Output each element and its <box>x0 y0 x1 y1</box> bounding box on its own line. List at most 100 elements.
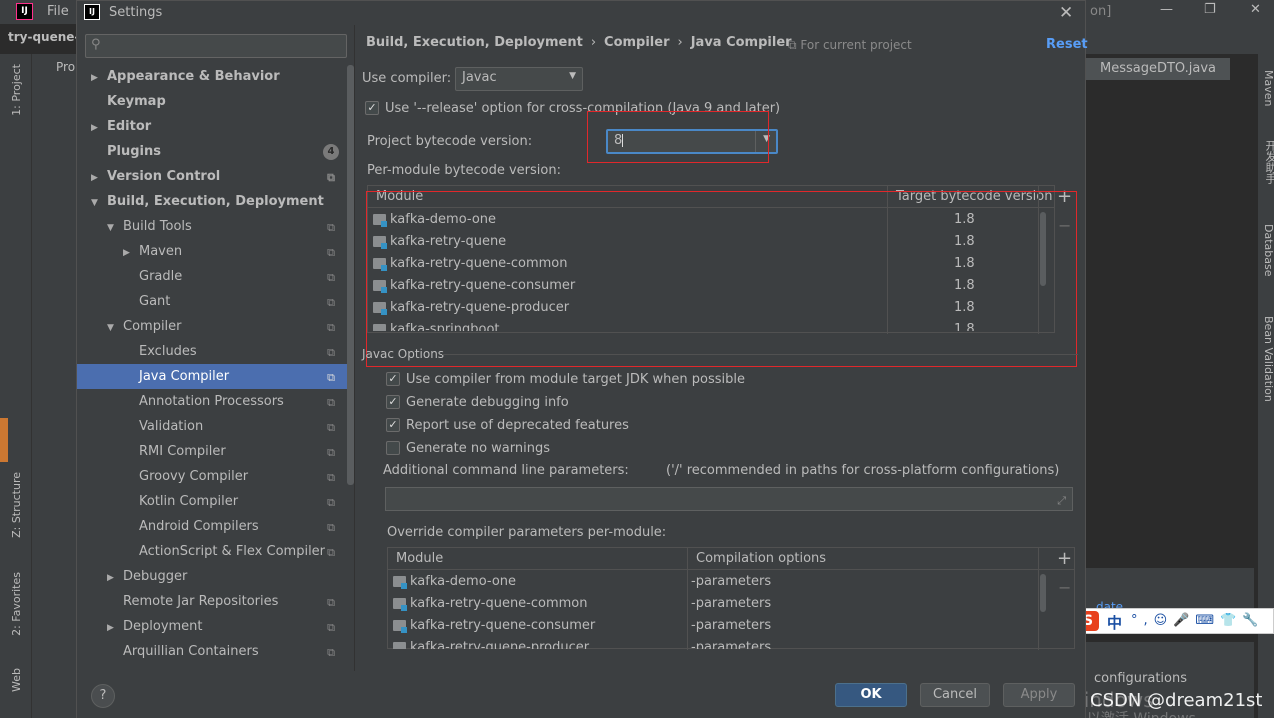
module-name: kafka-retry-quene-common <box>410 596 588 611</box>
compilation-options[interactable]: -parameters <box>691 574 771 589</box>
project-level-icon: ⧉ <box>327 371 335 384</box>
chevron-down-icon[interactable]: ▼ <box>91 191 103 216</box>
use-compiler-select[interactable]: Javac ▼ <box>455 67 583 91</box>
tool-tab-structure[interactable]: Z: Structure <box>10 472 23 538</box>
chevron-right-icon[interactable]: ▶ <box>91 116 103 141</box>
chevron-right-icon[interactable]: ▶ <box>107 616 119 641</box>
compilation-options[interactable]: -parameters <box>691 618 771 633</box>
project-level-icon: ⧉ <box>327 646 335 659</box>
table-row[interactable]: kafka-retry-quene-producer -parameters <box>388 637 1074 649</box>
chevron-right-icon[interactable]: ▶ <box>91 66 103 91</box>
use-compiler-value: Javac <box>462 70 497 85</box>
window-close-icon[interactable]: ✕ <box>1250 2 1261 17</box>
nav-item-label: Plugins <box>107 144 161 159</box>
nav-item[interactable]: ▼ Build Tools ⧉ <box>77 214 347 239</box>
nav-item[interactable]: Gant ⧉ <box>77 289 347 314</box>
nav-item-label: Validation <box>139 419 204 434</box>
nav-item[interactable]: ▶ Appearance & Behavior <box>77 64 347 89</box>
maximize-icon[interactable]: ❐ <box>1204 2 1216 17</box>
nav-item[interactable]: ▶ Deployment ⧉ <box>77 614 347 639</box>
nav-item[interactable]: Excludes ⧉ <box>77 339 347 364</box>
nav-item[interactable]: ▼ Compiler ⧉ <box>77 314 347 339</box>
close-icon[interactable]: ✕ <box>1059 3 1073 23</box>
intellij-small-icon: IJ <box>84 4 100 20</box>
chevron-right-icon[interactable]: ▶ <box>123 241 135 266</box>
chevron-down-icon[interactable]: ▼ <box>107 216 119 241</box>
ok-button[interactable]: OK <box>835 683 907 707</box>
update-count-badge: 4 <box>323 144 339 160</box>
nav-item-label: Debugger <box>123 569 188 584</box>
javac-options-title: Javac Options <box>362 347 445 361</box>
javac-option-checkbox[interactable]: ✓ <box>386 418 400 432</box>
compilation-options[interactable]: -parameters <box>691 596 771 611</box>
search-input[interactable] <box>108 37 338 55</box>
editor-tab[interactable]: MessageDTO.java <box>1086 58 1230 80</box>
help-button[interactable]: ? <box>91 684 115 708</box>
chevron-down-icon[interactable]: ▼ <box>107 316 119 341</box>
chevron-right-icon[interactable]: ▶ <box>107 566 119 591</box>
chevron-right-icon[interactable]: ▶ <box>91 166 103 191</box>
javac-option-label: Generate debugging info <box>406 395 569 410</box>
nav-item[interactable]: Keymap <box>77 89 347 114</box>
nav-item[interactable]: Groovy Compiler ⧉ <box>77 464 347 489</box>
nav-item[interactable]: Plugins 4 <box>77 139 347 164</box>
ide-breadcrumb: try-quene-c <box>8 30 87 44</box>
tool-tab-maven[interactable]: Maven <box>1262 70 1274 106</box>
nav-item[interactable]: Android Compilers ⧉ <box>77 514 347 539</box>
ide-left-toolbar: 1: Project Z: Structure 2: Favorites Web <box>0 54 32 718</box>
minimize-icon[interactable]: — <box>1160 2 1173 17</box>
nav-item[interactable]: Arquillian Containers ⧉ <box>77 639 347 664</box>
nav-scrollbar[interactable] <box>347 65 354 485</box>
tool-tab-project[interactable]: 1: Project <box>10 64 23 116</box>
javac-option-checkbox[interactable] <box>386 441 400 455</box>
chevron-down-icon: ▼ <box>569 71 576 81</box>
nav-item-label: Maven <box>139 244 183 259</box>
nav-item[interactable]: ▼ Build, Execution, Deployment <box>77 189 347 214</box>
remove-override-button[interactable]: − <box>1058 578 1071 597</box>
nav-item[interactable]: ▶ Maven ⧉ <box>77 239 347 264</box>
tool-tab-bean-validation[interactable]: Bean Validation <box>1262 316 1274 402</box>
col-compilation-options[interactable]: Compilation options <box>696 551 826 566</box>
menu-file[interactable]: File <box>47 4 69 19</box>
nav-item-label: RMI Compiler <box>139 444 226 459</box>
table-row[interactable]: kafka-retry-quene-consumer -parameters <box>388 615 1074 637</box>
add-override-button[interactable]: + <box>1057 548 1072 569</box>
override-table-scrollbar[interactable] <box>1040 574 1046 612</box>
reset-link[interactable]: Reset <box>1046 37 1088 52</box>
nav-item[interactable]: Annotation Processors ⧉ <box>77 389 347 414</box>
apply-button[interactable]: Apply <box>1003 683 1075 707</box>
tool-tab-dev-helper[interactable]: 开发助手 <box>1262 140 1274 184</box>
cancel-button[interactable]: Cancel <box>920 683 990 707</box>
nav-item[interactable]: RMI Compiler ⧉ <box>77 439 347 464</box>
tool-tab-web[interactable]: Web <box>10 668 23 692</box>
table-row[interactable]: kafka-retry-quene-common -parameters <box>388 593 1074 615</box>
tool-tab-favorites[interactable]: 2: Favorites <box>10 572 23 636</box>
release-option-checkbox[interactable]: ✓ <box>365 101 379 115</box>
javac-option-checkbox[interactable]: ✓ <box>386 395 400 409</box>
section-divider <box>442 354 1078 355</box>
breadcrumb-item: Build, Execution, Deployment <box>366 35 583 50</box>
tool-tab-database[interactable]: Database <box>1262 224 1274 277</box>
nav-item[interactable]: Validation ⧉ <box>77 414 347 439</box>
additional-params-input[interactable]: ⤢ <box>385 487 1073 511</box>
expand-icon[interactable]: ⤢ <box>1057 494 1066 508</box>
javac-option-checkbox[interactable]: ✓ <box>386 372 400 386</box>
highlight-box-bytecode <box>587 111 769 163</box>
nav-item[interactable]: ActionScript & Flex Compiler ⧉ <box>77 539 347 564</box>
override-table: Module Compilation options kafka-demo-on… <box>387 547 1075 650</box>
col-module[interactable]: Module <box>396 551 443 566</box>
nav-item[interactable]: ▶ Version Control ⧉ <box>77 164 347 189</box>
compilation-options[interactable]: -parameters <box>691 640 771 649</box>
settings-search[interactable]: ⚲ <box>85 34 347 58</box>
ime-tool-icons[interactable]: °,☺🎤⌨👕🔧 <box>1131 613 1265 628</box>
nav-item[interactable]: ▶ Editor <box>77 114 347 139</box>
settings-nav: ⚲ ▶ Appearance & Behavior Keymap ▶ Editor Plu… <box>77 25 355 671</box>
nav-item[interactable]: Remote Jar Repositories ⧉ <box>77 589 347 614</box>
nav-item[interactable]: Gradle ⧉ <box>77 264 347 289</box>
table-row[interactable]: kafka-demo-one -parameters <box>388 571 1074 593</box>
nav-item[interactable]: Kotlin Compiler ⧉ <box>77 489 347 514</box>
nav-item[interactable]: ▶ Debugger <box>77 564 347 589</box>
nav-item[interactable]: Java Compiler ⧉ <box>77 364 347 389</box>
ime-toolbar[interactable]: S 中 °,☺🎤⌨👕🔧 <box>1074 608 1274 634</box>
ime-chinese-mode[interactable]: 中 <box>1107 612 1122 633</box>
